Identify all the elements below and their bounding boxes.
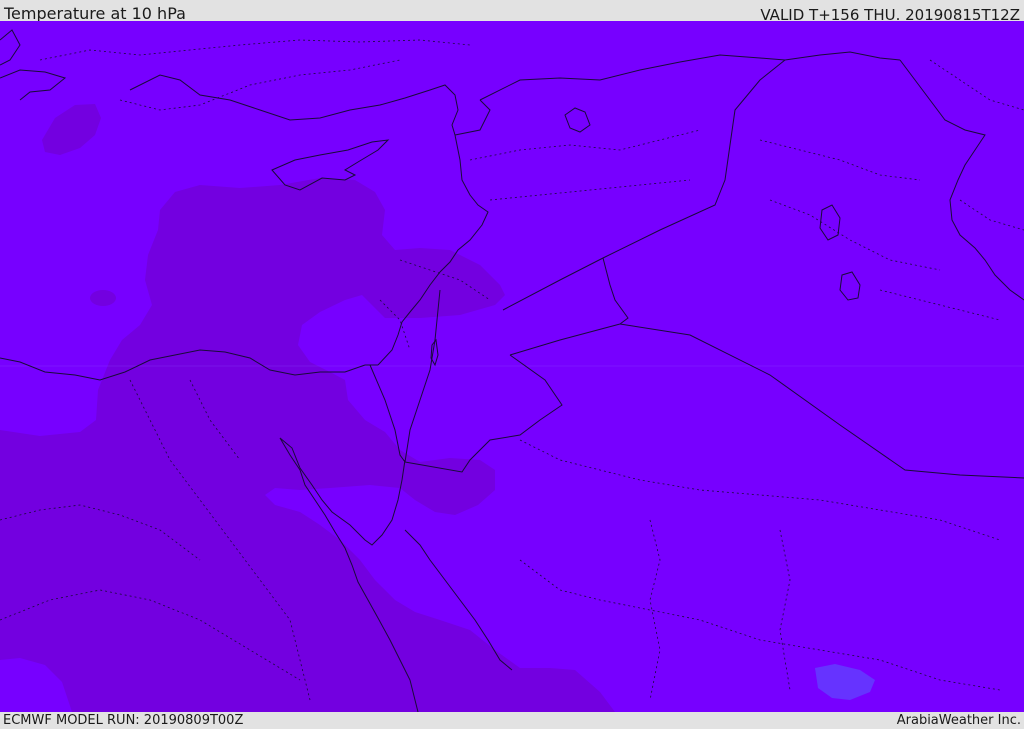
weather-map-frame: Temperature at 10 hPa VALID T+156 THU. 2…	[0, 0, 1024, 729]
temperature-map	[0, 21, 1024, 712]
warm-patch-crete	[90, 290, 116, 306]
map-canvas	[0, 21, 1024, 712]
model-run-label: ECMWF MODEL RUN: 20190809T00Z	[3, 713, 244, 728]
footer-bar: ECMWF MODEL RUN: 20190809T00Z ArabiaWeat…	[0, 712, 1024, 729]
credit-label: ArabiaWeather Inc.	[896, 713, 1021, 728]
header-bar: Temperature at 10 hPa VALID T+156 THU. 2…	[0, 0, 1024, 24]
